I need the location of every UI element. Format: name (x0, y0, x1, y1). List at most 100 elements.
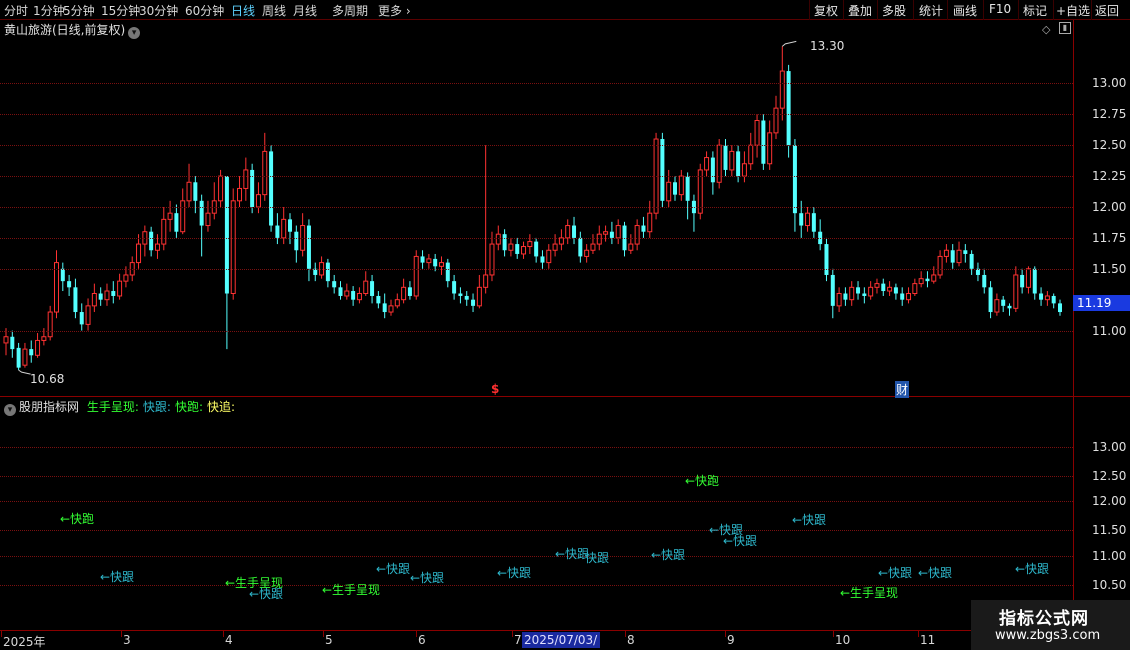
candle-body[interactable] (628, 243, 634, 251)
candle-body[interactable] (843, 293, 848, 300)
toolbar-button-2[interactable]: 多股 (882, 2, 906, 19)
candle-body[interactable] (476, 286, 482, 307)
toolbar-button-7[interactable]: +自选 (1056, 2, 1090, 19)
candle-body[interactable] (836, 293, 842, 307)
candle-body[interactable] (874, 283, 880, 288)
candle-body[interactable] (29, 349, 34, 356)
candle-body[interactable] (60, 268, 65, 282)
candle-body[interactable] (483, 274, 489, 288)
candle-body[interactable] (98, 293, 103, 300)
candle-body[interactable] (546, 249, 552, 264)
candle-body[interactable] (445, 262, 450, 282)
candle-body[interactable] (489, 243, 495, 276)
candle-body[interactable] (363, 280, 369, 294)
candle-body[interactable] (572, 225, 577, 238)
tab-period-6[interactable]: 日线 (231, 2, 255, 19)
candle-body[interactable] (306, 225, 311, 269)
finance-marker[interactable]: 财 (895, 381, 910, 398)
candle-body[interactable] (243, 169, 249, 189)
candle-body[interactable] (1020, 274, 1025, 288)
candle-body[interactable] (678, 175, 684, 196)
candle-body[interactable] (723, 145, 728, 170)
diamond-icon[interactable]: ◇ (1042, 23, 1050, 36)
candle-body[interactable] (401, 286, 407, 301)
candle-body[interactable] (16, 347, 21, 368)
candle-body[interactable] (615, 225, 621, 239)
candle-body[interactable] (413, 255, 419, 297)
candle-body[interactable] (111, 291, 116, 296)
candle-body[interactable] (641, 225, 646, 232)
candle-body[interactable] (521, 246, 527, 255)
candle-body[interactable] (912, 283, 918, 295)
candle-body[interactable] (956, 249, 962, 264)
candle-body[interactable] (193, 182, 198, 201)
candle-body[interactable] (792, 145, 797, 214)
candle-body[interactable] (1013, 274, 1019, 309)
candle-body[interactable] (887, 286, 893, 292)
candle-body[interactable] (603, 231, 609, 235)
candle-body[interactable] (281, 218, 287, 239)
candle-body[interactable] (805, 212, 811, 227)
candle-body[interactable] (370, 281, 375, 296)
candle-body[interactable] (376, 295, 381, 304)
candle-body[interactable] (856, 287, 861, 294)
candle-body[interactable] (161, 218, 167, 245)
candle-body[interactable] (779, 70, 785, 109)
candle-body[interactable] (1001, 299, 1006, 306)
candle-body[interactable] (988, 287, 993, 313)
dividend-marker[interactable]: $ (491, 382, 499, 396)
candle-body[interactable] (1044, 295, 1050, 301)
candle-body[interactable] (893, 287, 898, 294)
tab-period-9[interactable]: 多周期 (332, 2, 368, 19)
stock-title[interactable]: 黄山旅游(日线,前复权) ▾ (4, 21, 141, 39)
candle-body[interactable] (338, 287, 343, 296)
candle-body[interactable] (85, 305, 91, 325)
candle-body[interactable] (344, 290, 350, 297)
candle-body[interactable] (584, 249, 590, 257)
candle-body[interactable] (799, 213, 804, 226)
candle-body[interactable] (149, 231, 154, 251)
candle-body[interactable] (868, 286, 874, 297)
candle-body[interactable] (830, 274, 835, 306)
toolbar-button-3[interactable]: 统计 (919, 2, 943, 19)
candle-body[interactable] (458, 293, 463, 296)
candle-body[interactable] (199, 200, 204, 226)
candle-body[interactable] (969, 253, 974, 269)
candle-body[interactable] (224, 176, 229, 294)
candle-body[interactable] (1058, 303, 1062, 313)
candle-body[interactable] (925, 278, 930, 282)
candle-body[interactable] (394, 299, 400, 307)
candle-body[interactable] (174, 213, 179, 232)
candle-body[interactable] (218, 175, 224, 202)
candle-body[interactable] (262, 150, 268, 196)
candle-body[interactable] (294, 231, 299, 251)
candle-body[interactable] (578, 237, 583, 257)
candle-body[interactable] (906, 293, 912, 301)
candle-body[interactable] (41, 336, 47, 341)
candle-body[interactable] (590, 243, 596, 251)
toolbar-button-1[interactable]: 叠加 (848, 2, 872, 19)
candle-body[interactable] (943, 249, 949, 257)
candle-body[interactable] (288, 219, 293, 232)
candle-body[interactable] (741, 163, 747, 177)
tab-period-2[interactable]: 5分钟 (63, 2, 95, 19)
candle-body[interactable] (673, 182, 678, 195)
tab-period-1[interactable]: 1分钟 (33, 2, 65, 19)
candle-body[interactable] (994, 299, 1000, 313)
candle-body[interactable] (438, 262, 444, 267)
chevron-down-icon[interactable]: ▾ (128, 27, 141, 39)
candle-body[interactable] (862, 293, 867, 296)
toolbar-button-8[interactable]: 返回 (1095, 2, 1119, 19)
candle-body[interactable] (515, 244, 520, 254)
candle-body[interactable] (767, 132, 773, 165)
candle-body[interactable] (186, 181, 192, 202)
candle-body[interactable] (918, 278, 924, 285)
candle-body[interactable] (754, 120, 760, 146)
toolbar-button-5[interactable]: F10 (989, 2, 1011, 16)
candle-body[interactable] (230, 200, 236, 294)
candle-body[interactable] (91, 293, 97, 307)
candle-body[interactable] (540, 256, 545, 263)
candle-body[interactable] (748, 144, 754, 165)
candle-body[interactable] (154, 243, 160, 251)
candle-body[interactable] (729, 150, 735, 171)
